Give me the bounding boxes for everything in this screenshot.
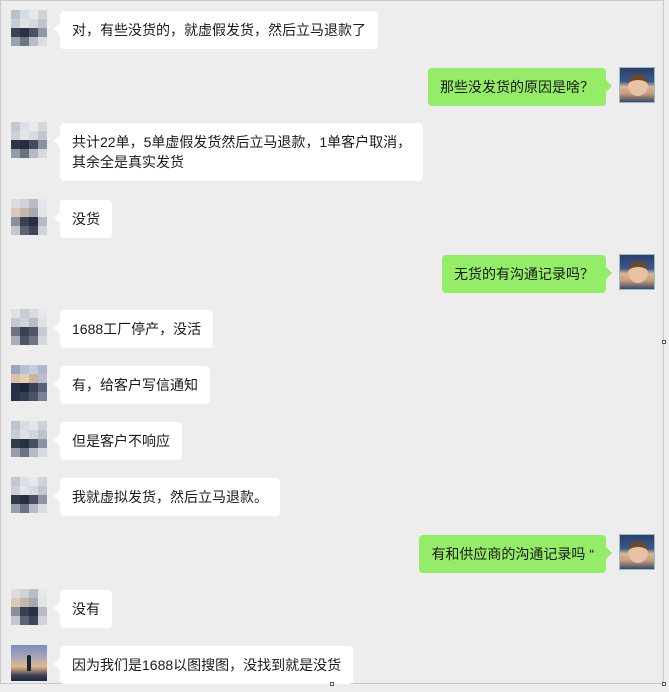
message-bubble[interactable]: 1688工厂停产，没活 bbox=[53, 310, 214, 348]
contact-avatar[interactable] bbox=[11, 199, 47, 235]
contact-avatar[interactable] bbox=[11, 645, 47, 681]
contact-avatar[interactable] bbox=[11, 10, 47, 46]
message-bubble[interactable]: 有和供应商的沟通记录吗 “ bbox=[419, 535, 612, 573]
message-bubble[interactable]: 我就虚拟发货，然后立马退款。 bbox=[54, 478, 280, 516]
message-bubble[interactable]: 对，有些没货的，就虚假发货，然后立马退款了 bbox=[54, 11, 378, 49]
message-bubble[interactable]: 没有 bbox=[54, 590, 112, 628]
person-silhouette-icon bbox=[27, 655, 31, 671]
message-bubble[interactable]: 没货 bbox=[54, 200, 112, 238]
contact-avatar[interactable] bbox=[11, 365, 47, 401]
contact-avatar[interactable] bbox=[11, 477, 47, 513]
face-icon bbox=[628, 74, 648, 96]
contact-avatar[interactable] bbox=[11, 309, 47, 345]
message-bubble[interactable]: 因为我们是1688以图搜图，没找到就是没货 bbox=[53, 646, 354, 684]
resize-handle-right[interactable] bbox=[662, 340, 666, 344]
user-avatar[interactable] bbox=[619, 534, 655, 570]
message-bubble[interactable]: 那些没发货的原因是啥？ bbox=[428, 68, 612, 106]
user-avatar[interactable] bbox=[619, 254, 655, 290]
message-bubble[interactable]: 共计22单，5单虚假发货然后立马退款，1单客户取消， 其余全是真实发货 bbox=[53, 123, 424, 181]
message-bubble[interactable]: 有，给客户写信通知 bbox=[54, 366, 210, 404]
contact-avatar[interactable] bbox=[11, 122, 47, 158]
contact-avatar[interactable] bbox=[11, 421, 47, 457]
resize-handle-corner[interactable] bbox=[662, 682, 666, 686]
contact-avatar[interactable] bbox=[11, 589, 47, 625]
message-bubble[interactable]: 但是客户不响应 bbox=[54, 422, 182, 460]
resize-handle-bottom[interactable] bbox=[330, 682, 334, 686]
message-bubble[interactable]: 无货的有沟通记录吗？ bbox=[442, 255, 612, 293]
face-icon bbox=[628, 541, 648, 563]
face-icon bbox=[628, 261, 648, 283]
user-avatar[interactable] bbox=[619, 67, 655, 103]
